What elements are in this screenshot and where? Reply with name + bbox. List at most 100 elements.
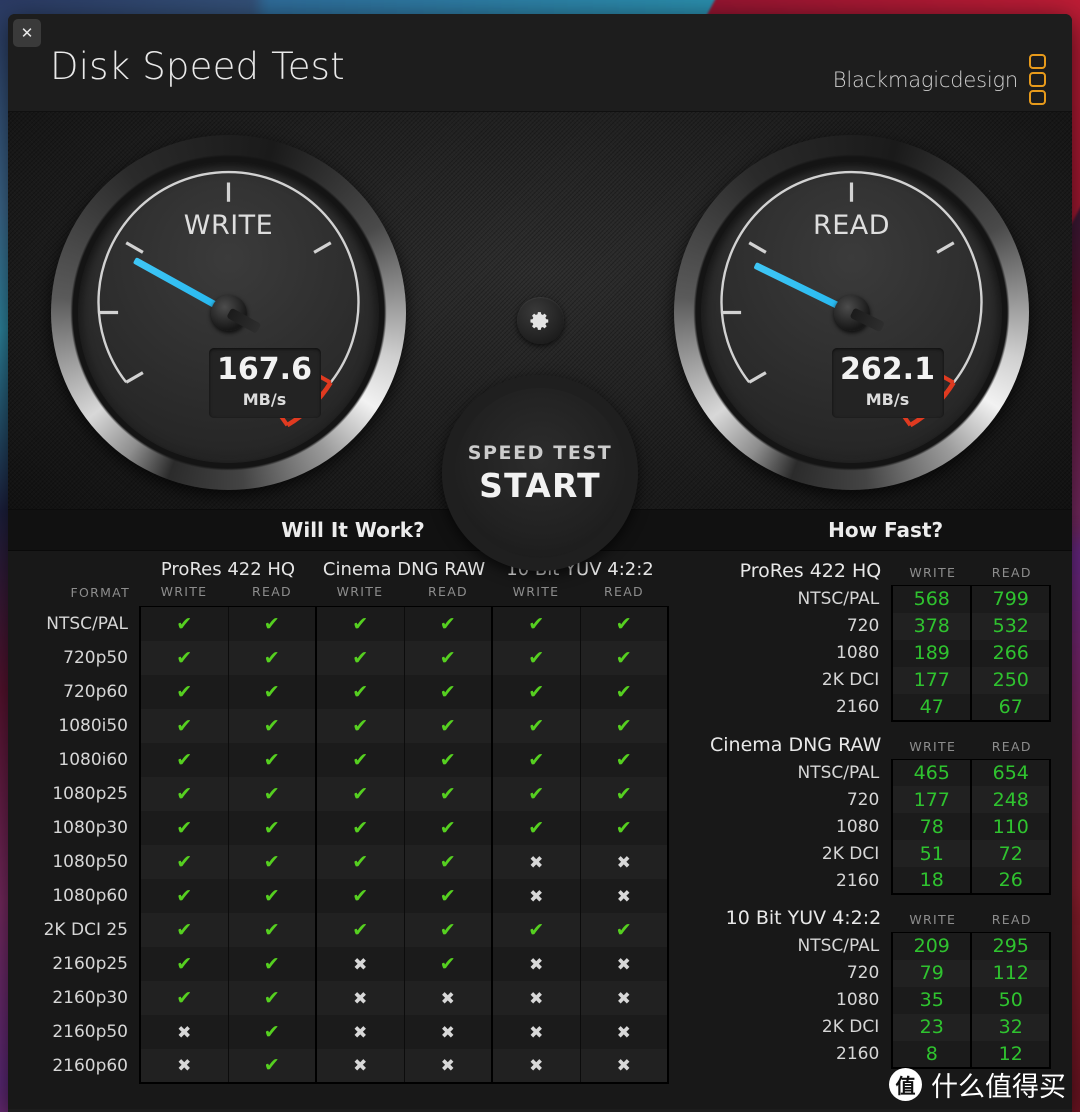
resolution-label: 720 <box>846 963 880 983</box>
support-no-cell: ✖ <box>403 1048 492 1084</box>
check-icon: ✔ <box>263 680 280 703</box>
cross-icon: ✖ <box>353 954 368 975</box>
row-spacer <box>668 1015 698 1049</box>
cross-icon: ✖ <box>529 954 544 975</box>
close-window-button[interactable]: ✕ <box>13 19 41 47</box>
subheader-read-1: READ <box>428 584 468 599</box>
gear-icon <box>530 311 549 330</box>
table-row: 720p60 ✔ ✔ ✔ ✔ ✔ ✔ <box>8 674 698 709</box>
check-icon: ✔ <box>528 748 545 771</box>
support-no-cell: ✖ <box>579 1048 670 1084</box>
cross-icon: ✖ <box>440 1022 455 1043</box>
support-no-cell: ✖ <box>579 878 670 913</box>
read-speed-value: 248 <box>970 786 1052 813</box>
table-row: 2160 47 67 <box>710 693 1052 722</box>
support-no-cell: ✖ <box>315 946 404 981</box>
check-icon: ✔ <box>528 782 545 805</box>
format-label: 2160p30 <box>52 987 128 1008</box>
support-yes-cell: ✔ <box>403 674 492 709</box>
check-icon: ✔ <box>176 884 193 907</box>
write-speed-value: 18 <box>891 867 972 895</box>
format-label: 720p60 <box>63 681 128 702</box>
table-row: 2K DCI 51 72 <box>710 840 1052 867</box>
check-icon: ✔ <box>615 816 632 839</box>
read-speed-value: 799 <box>970 585 1052 613</box>
how-fast-body: ProRes 422 HQ WRITE READ NTSC/PAL 568 799 720 3… <box>698 551 1072 1069</box>
will-it-work-table: ProRes 422 HQ Cinema DNG RAW 10 Bit YUV … <box>8 551 698 1084</box>
write-speed-value: 8 <box>891 1040 972 1069</box>
check-icon: ✔ <box>528 816 545 839</box>
read-speed-value: 654 <box>970 758 1052 786</box>
write-speed-value: 465 <box>891 758 972 786</box>
read-speed-value: 26 <box>970 867 1052 895</box>
support-yes-cell: ✔ <box>579 776 670 811</box>
speed-test-start-button[interactable]: SPEED TEST START <box>442 375 638 571</box>
support-yes-cell: ✔ <box>403 776 492 811</box>
subheader-write-0: WRITE <box>160 584 208 599</box>
subheader-read-0: READ <box>252 584 292 599</box>
read-unit: MB/s <box>865 390 910 409</box>
write-speed-value: 51 <box>891 840 972 867</box>
support-yes-cell: ✔ <box>491 776 580 811</box>
table-row: NTSC/PAL ✔ ✔ ✔ ✔ ✔ ✔ <box>8 606 698 641</box>
format-label: 1080p30 <box>52 817 128 838</box>
desktop-background: ✕ Disk Speed Test Blackmagicdesign WRITE… <box>0 0 1080 1112</box>
write-speed-value: 79 <box>891 959 972 987</box>
support-yes-cell: ✔ <box>139 606 228 641</box>
check-icon: ✔ <box>439 714 456 737</box>
table-row: 1080 35 50 <box>710 986 1052 1014</box>
support-no-cell: ✖ <box>491 1014 580 1049</box>
cross-icon: ✖ <box>529 886 544 907</box>
write-speed-value: 23 <box>891 1013 972 1041</box>
cross-icon: ✖ <box>616 954 631 975</box>
results-area: Will It Work? ProRes 422 HQ Cinema DNG R… <box>8 510 1072 1109</box>
check-icon: ✔ <box>615 748 632 771</box>
subheader-row: FORMAT WRITE READ WRITE READ WRITE READ <box>8 582 698 607</box>
row-spacer <box>668 811 698 845</box>
cross-icon: ✖ <box>529 988 544 1009</box>
cross-icon: ✖ <box>529 1022 544 1043</box>
check-icon: ✔ <box>176 748 193 771</box>
support-no-cell: ✖ <box>139 1048 228 1084</box>
check-icon: ✔ <box>439 748 456 771</box>
support-yes-cell: ✔ <box>227 742 316 777</box>
support-yes-cell: ✔ <box>403 810 492 845</box>
support-no-cell: ✖ <box>403 1014 492 1049</box>
check-icon: ✔ <box>352 850 369 873</box>
check-icon: ✔ <box>263 646 280 669</box>
row-spacer <box>668 607 698 641</box>
how-fast-write-header: WRITE <box>909 912 957 927</box>
support-yes-cell: ✔ <box>227 606 316 641</box>
row-spacer <box>668 845 698 879</box>
cross-icon: ✖ <box>353 988 368 1009</box>
check-icon: ✔ <box>263 986 280 1009</box>
support-yes-cell: ✔ <box>227 674 316 709</box>
check-icon: ✔ <box>176 918 193 941</box>
check-icon: ✔ <box>263 918 280 941</box>
check-icon: ✔ <box>528 646 545 669</box>
how-fast-write-header: WRITE <box>909 738 957 754</box>
resolution-label: 2160 <box>836 697 880 717</box>
read-speed-value: 295 <box>970 932 1052 960</box>
support-yes-cell: ✔ <box>315 674 404 709</box>
check-icon: ✔ <box>615 714 632 737</box>
support-yes-cell: ✔ <box>139 980 228 1015</box>
table-row: 720p50 ✔ ✔ ✔ ✔ ✔ ✔ <box>8 640 698 675</box>
table-row: 2K DCI 177 250 <box>710 666 1052 694</box>
settings-button[interactable] <box>516 297 564 344</box>
support-yes-cell: ✔ <box>227 810 316 845</box>
how-fast-section: Cinema DNG RAW WRITE READ NTSC/PAL 465 654 720… <box>710 734 1052 895</box>
check-icon: ✔ <box>263 850 280 873</box>
start-button-inner: SPEED TEST START <box>455 388 625 558</box>
how-fast-title: How Fast? <box>828 518 944 542</box>
resolution-label: 720 <box>846 789 880 810</box>
read-gauge: READ 262.1 MB/s <box>674 135 1029 490</box>
check-icon: ✔ <box>439 646 456 669</box>
read-speed-value: 32 <box>970 1013 1052 1041</box>
write-speed-value: 177 <box>891 786 972 813</box>
support-yes-cell: ✔ <box>579 742 670 777</box>
support-yes-cell: ✔ <box>403 606 492 641</box>
support-no-cell: ✖ <box>491 980 580 1015</box>
write-speed-value: 209 <box>891 932 972 960</box>
support-yes-cell: ✔ <box>139 912 228 947</box>
